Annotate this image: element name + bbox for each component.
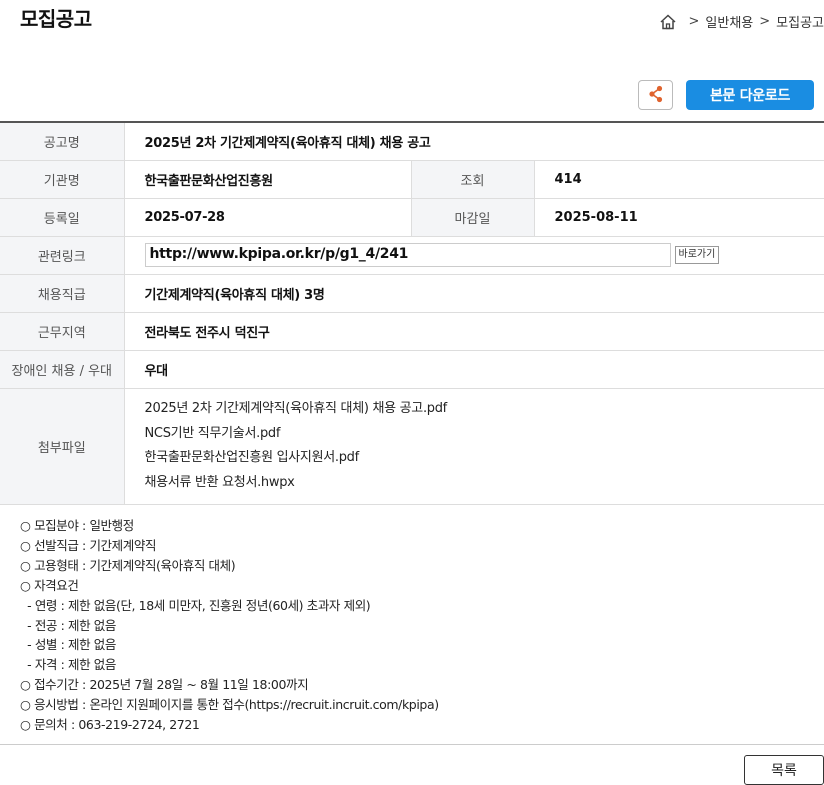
- attachment-link[interactable]: NCS기반 직무기술서.pdf: [145, 422, 824, 447]
- detail-line: ○ 고용형태 : 기간제계약직(육아휴직 대체): [20, 557, 236, 573]
- breadcrumb-separator: >: [688, 14, 700, 29]
- list-button[interactable]: 목록: [744, 755, 824, 785]
- detail-line: ○ 모집분야 : 일반행정: [20, 518, 134, 533]
- table-row: 장애인 채용 / 우대 우대: [0, 350, 824, 389]
- share-icon: [648, 85, 664, 106]
- disabled-hiring-label: 장애인 채용 / 우대: [0, 350, 125, 389]
- deadline-value: 2025-08-11: [534, 198, 824, 237]
- detail-line: - 성별 : 제한 없음: [20, 637, 116, 653]
- table-row: 첨부파일 2025년 2차 기간제계약직(육아휴직 대체) 채용 공고.pdf …: [0, 388, 824, 505]
- reg-date-label: 등록일: [0, 198, 125, 237]
- detail-line: ○ 자격요건: [20, 577, 79, 593]
- table-row: 공고명 2025년 2차 기간제계약직(육아휴직 대체) 채용 공고: [0, 122, 824, 161]
- region-label: 근무지역: [0, 312, 125, 351]
- detail-line: - 자격 : 제한 없음: [20, 657, 116, 673]
- detail-line: - 연령 : 제한 없음(단, 18세 미만자, 진흥원 정년(60세) 초과자…: [20, 597, 371, 613]
- breadcrumb: > 일반채용 > 모집공고: [659, 12, 824, 31]
- breadcrumb-separator: >: [759, 14, 771, 29]
- divider: [0, 744, 824, 745]
- detail-line: ○ 문의처 : 063-219-2724, 2721: [20, 717, 200, 733]
- region-value: 전라북도 전주시 덕진구: [124, 312, 824, 351]
- rank-label: 채용직급: [0, 274, 125, 313]
- title-value: 2025년 2차 기간제계약직(육아휴직 대체) 채용 공고: [124, 122, 824, 161]
- title-label: 공고명: [0, 122, 125, 161]
- table-row: 채용직급 기간제계약직(육아휴직 대체) 3명: [0, 274, 824, 313]
- org-label: 기관명: [0, 160, 125, 199]
- breadcrumb-item-recruitment-notice[interactable]: 모집공고: [776, 12, 824, 31]
- related-link-cell: http://www.kpipa.or.kr/p/g1_4/241 바로가기: [124, 236, 824, 275]
- share-button[interactable]: [638, 80, 673, 110]
- download-body-button[interactable]: 본문 다운로드: [686, 80, 814, 110]
- disabled-hiring-value: 우대: [124, 350, 824, 389]
- related-link-label: 관련링크: [0, 236, 125, 275]
- rank-value: 기간제계약직(육아휴직 대체) 3명: [124, 274, 824, 313]
- notice-info-table: 공고명 2025년 2차 기간제계약직(육아휴직 대체) 채용 공고 기관명 한…: [0, 121, 824, 505]
- org-value: 한국출판문화산업진흥원: [124, 160, 411, 199]
- attachment-link[interactable]: 2025년 2차 기간제계약직(육아휴직 대체) 채용 공고.pdf: [145, 397, 824, 422]
- notice-body: ○ 모집분야 : 일반행정 ○ 선발직급 : 기간제계약직 ○ 고용형태 : 기…: [20, 516, 439, 735]
- home-icon[interactable]: [659, 13, 677, 31]
- go-link-button[interactable]: 바로가기: [674, 246, 720, 264]
- deadline-label: 마감일: [410, 198, 535, 237]
- attachments-list: 2025년 2차 기간제계약직(육아휴직 대체) 채용 공고.pdf NCS기반…: [124, 388, 824, 505]
- table-row: 근무지역 전라북도 전주시 덕진구: [0, 312, 824, 351]
- detail-line: - 전공 : 제한 없음: [20, 617, 116, 633]
- reg-date-value: 2025-07-28: [124, 198, 411, 237]
- views-value: 414: [534, 160, 824, 199]
- attachment-link[interactable]: 한국출판문화산업진흥원 입사지원서.pdf: [145, 446, 824, 471]
- table-row: 기관명 한국출판문화산업진흥원 조회 414: [0, 160, 824, 199]
- table-row: 관련링크 http://www.kpipa.or.kr/p/g1_4/241 바로…: [0, 236, 824, 275]
- attachment-link[interactable]: 채용서류 반환 요청서.hwpx: [145, 471, 824, 496]
- related-link-field[interactable]: http://www.kpipa.or.kr/p/g1_4/241: [144, 243, 671, 267]
- detail-line: ○ 선발직급 : 기간제계약직: [20, 537, 157, 553]
- breadcrumb-item-general-recruitment[interactable]: 일반채용: [705, 12, 753, 31]
- page-title: 모집공고: [20, 7, 92, 31]
- attachments-label: 첨부파일: [0, 388, 125, 505]
- detail-line: ○ 접수기간 : 2025년 7월 28일 ~ 8월 11일 18:00까지: [20, 677, 309, 693]
- detail-line: ○ 응시방법 : 온라인 지원페이지를 통한 접수(https://recrui…: [20, 697, 439, 713]
- table-row: 등록일 2025-07-28 마감일 2025-08-11: [0, 198, 824, 237]
- views-label: 조회: [410, 160, 535, 199]
